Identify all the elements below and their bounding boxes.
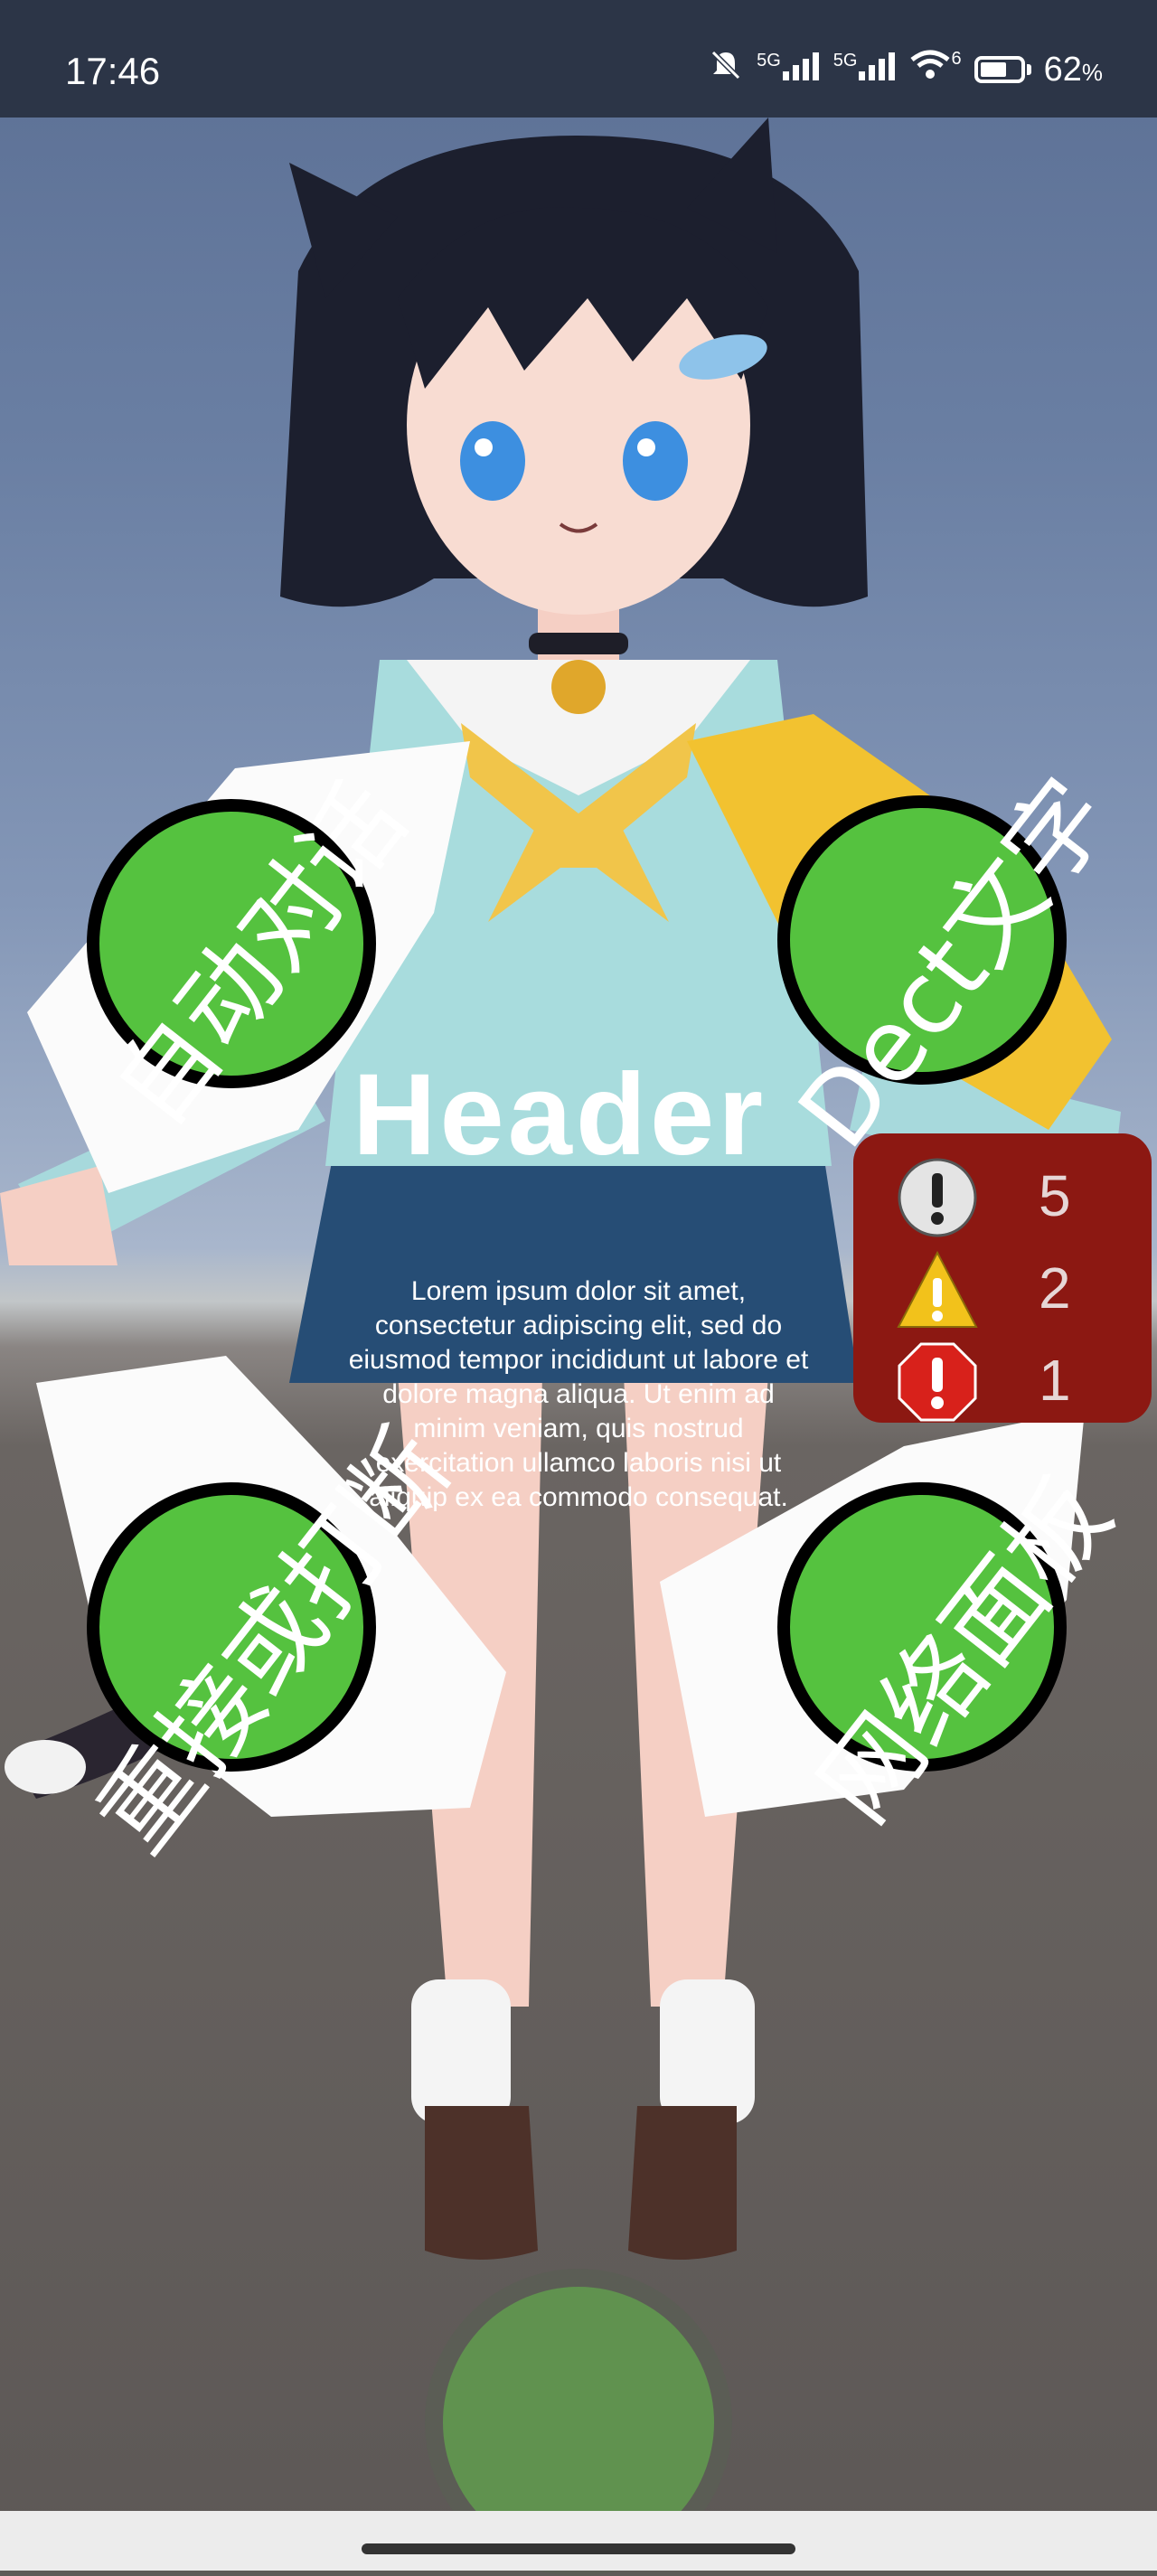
header-title: Header bbox=[353, 1050, 767, 1180]
signal-icon: 5G bbox=[833, 51, 898, 89]
warning-icon bbox=[897, 1250, 978, 1328]
warning-count-row: 2 bbox=[853, 1240, 1152, 1330]
battery-icon bbox=[974, 56, 1025, 83]
log-counter-panel[interactable]: 5 2 1 bbox=[853, 1133, 1152, 1423]
error-count-row: 1 bbox=[853, 1332, 1152, 1423]
info-icon bbox=[898, 1158, 977, 1237]
status-time: 17:46 bbox=[65, 50, 161, 92]
info-count-row: 5 bbox=[853, 1148, 1152, 1238]
body-text: Lorem ipsum dolor sit amet, consectetur … bbox=[348, 1276, 809, 1512]
status-icons: 5G 5G 6 62% bbox=[708, 47, 1103, 92]
wifi-icon: 6 bbox=[909, 49, 962, 90]
battery-percent: 62% bbox=[1043, 50, 1103, 89]
status-bar: 17:46 5G 5G 6 62% bbox=[0, 0, 1157, 118]
signal-icon: 5G bbox=[757, 51, 821, 89]
error-icon bbox=[898, 1342, 977, 1422]
mute-icon bbox=[708, 47, 744, 92]
home-gesture-handle[interactable] bbox=[362, 2543, 795, 2554]
navigation-bar bbox=[0, 2511, 1157, 2571]
